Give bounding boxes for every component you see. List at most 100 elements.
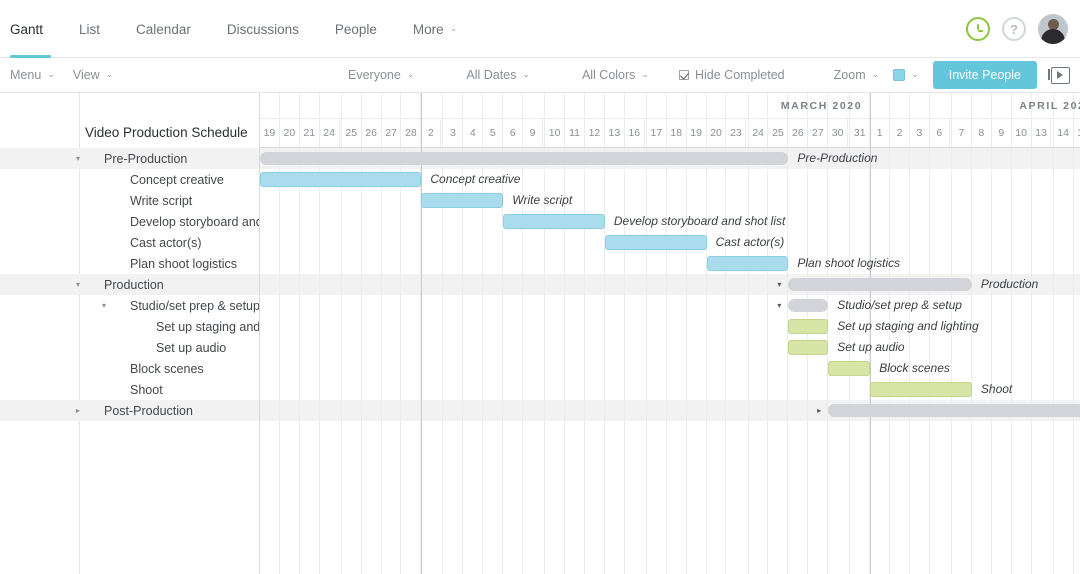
gantt-task-bar[interactable]: [870, 382, 972, 397]
task-row[interactable]: Set up audio: [0, 337, 259, 358]
task-name: Set up staging and lighting: [156, 319, 260, 334]
task-row[interactable]: ▾ Pre-Production: [0, 148, 259, 169]
top-right-actions: ?: [966, 0, 1068, 58]
day-header-cell: 8: [972, 119, 992, 147]
day-header-cell: 3: [910, 119, 930, 147]
tab-discussions[interactable]: Discussions: [209, 0, 317, 58]
menu-dropdown[interactable]: Menu ⌄: [10, 68, 55, 82]
invite-people-button[interactable]: Invite People: [932, 61, 1037, 89]
grid-column: [362, 93, 382, 574]
gantt-task-bar[interactable]: [604, 235, 707, 250]
day-header-cell: 24: [749, 119, 769, 147]
gantt-main: Video Production Schedule ▾ Pre-Productio…: [0, 93, 1080, 574]
view-dropdown[interactable]: View ⌄: [73, 68, 113, 82]
grid-column: [707, 93, 727, 574]
gantt-bar-label: Concept creative: [430, 172, 521, 186]
task-row[interactable]: Set up staging and lighting: [0, 316, 260, 337]
task-row[interactable]: ▾ Production: [0, 274, 259, 295]
gantt-bar-label: Pre-Production: [797, 151, 878, 165]
day-header-cell: 2: [421, 119, 442, 147]
task-row[interactable]: Shoot: [0, 379, 259, 400]
grid-column: [585, 93, 605, 574]
menu-label: Menu: [10, 68, 42, 82]
tab-gantt[interactable]: Gantt: [0, 0, 61, 58]
tab-calendar[interactable]: Calendar: [118, 0, 209, 58]
tab-people[interactable]: People: [317, 0, 395, 58]
gantt-summary-bar[interactable]: [788, 299, 829, 312]
gantt-task-bar[interactable]: [503, 214, 605, 229]
grid-column: [1032, 93, 1054, 574]
hide-completed-label: Hide Completed: [694, 68, 785, 82]
task-row[interactable]: Concept creative: [0, 169, 259, 190]
chevron-down-icon: ⌄: [105, 68, 114, 79]
collapse-triangle-icon[interactable]: ▾: [99, 301, 109, 310]
collapse-triangle-icon[interactable]: ▾: [774, 277, 784, 292]
gantt-task-bar[interactable]: [788, 319, 829, 334]
gantt-summary-bar[interactable]: [828, 404, 1080, 417]
tab-label: Discussions: [226, 21, 299, 37]
page-title: Video Production Schedule: [85, 125, 248, 140]
grid-column: [1074, 93, 1080, 574]
task-row[interactable]: Write script: [0, 190, 259, 211]
collapse-triangle-icon[interactable]: ▾: [73, 154, 83, 163]
grid-column: [280, 93, 300, 574]
gantt-task-bar[interactable]: [260, 172, 422, 187]
timer-icon[interactable]: [966, 17, 990, 41]
gantt-task-bar[interactable]: [706, 256, 789, 271]
gantt-bar-label: Develop storyboard and shot list: [613, 214, 786, 228]
tab-list[interactable]: List: [61, 0, 118, 58]
all-dates-filter[interactable]: All Dates ⌄: [466, 68, 530, 82]
zoom-label: Zoom: [833, 68, 866, 82]
day-header-cell: 6: [930, 119, 950, 147]
view-label: View: [72, 68, 100, 82]
gantt-summary-bar[interactable]: [260, 152, 789, 165]
grid-column: [545, 93, 566, 574]
task-name: Cast actor(s): [130, 235, 202, 250]
project-title-header: Video Production Schedule: [0, 93, 259, 148]
zoom-dropdown[interactable]: Zoom ⌄: [834, 68, 880, 82]
day-header-cell: 6: [503, 119, 524, 147]
task-name: Shoot: [130, 382, 163, 397]
task-row[interactable]: Cast actor(s): [0, 232, 259, 253]
gantt-task-bar[interactable]: [421, 193, 504, 208]
expand-triangle-icon[interactable]: ▸: [73, 406, 83, 415]
hide-completed-checkbox[interactable]: Hide Completed: [678, 68, 785, 82]
avatar[interactable]: [1038, 14, 1068, 44]
day-header-cell: 20: [707, 119, 727, 147]
task-row[interactable]: Block scenes: [0, 358, 259, 379]
gantt-bar-label: Set up audio: [837, 340, 905, 354]
all-colors-filter[interactable]: All Colors ⌄: [582, 68, 649, 82]
tab-more[interactable]: More ⌄: [395, 0, 475, 58]
grid-column: [565, 93, 585, 574]
task-name: Block scenes: [130, 361, 204, 376]
day-header-cell: 11: [565, 119, 585, 147]
task-row[interactable]: Plan shoot logistics: [0, 253, 259, 274]
color-picker-dropdown[interactable]: ⌄: [893, 69, 919, 81]
help-icon[interactable]: ?: [1002, 17, 1026, 41]
nav-tabs: Gantt List Calendar Discussions People More ⌄: [0, 0, 475, 58]
gantt-task-bar[interactable]: [828, 361, 871, 376]
gantt-summary-bar[interactable]: [788, 278, 972, 291]
presentation-icon[interactable]: [1048, 66, 1070, 84]
task-row[interactable]: ▾ Studio/set prep & setup: [0, 295, 259, 316]
day-header-cell: 27: [382, 119, 402, 147]
everyone-filter[interactable]: Everyone ⌄: [348, 68, 414, 82]
grid-column: [342, 93, 362, 574]
task-name: Post-Production: [104, 403, 193, 418]
collapse-triangle-icon[interactable]: ▾: [73, 280, 83, 289]
grid-column: [667, 93, 687, 574]
task-row[interactable]: ▸ Post-Production: [0, 400, 259, 421]
chevron-down-icon: ⌄: [47, 68, 55, 79]
tab-label: Gantt: [10, 21, 44, 37]
day-header-cell: 28: [402, 119, 422, 147]
gantt-bar-label: Production: [980, 277, 1039, 291]
grid-column: [444, 93, 464, 574]
day-header-cell: 2: [890, 119, 910, 147]
expand-triangle-icon[interactable]: ▸: [814, 403, 824, 418]
task-row[interactable]: Develop storyboard and sh...: [0, 211, 259, 232]
day-header-cell: 12: [585, 119, 605, 147]
collapse-triangle-icon[interactable]: ▾: [774, 298, 784, 313]
day-header-cell: 3: [444, 119, 464, 147]
day-header-cell: 16: [625, 119, 645, 147]
gantt-task-bar[interactable]: [788, 340, 829, 355]
